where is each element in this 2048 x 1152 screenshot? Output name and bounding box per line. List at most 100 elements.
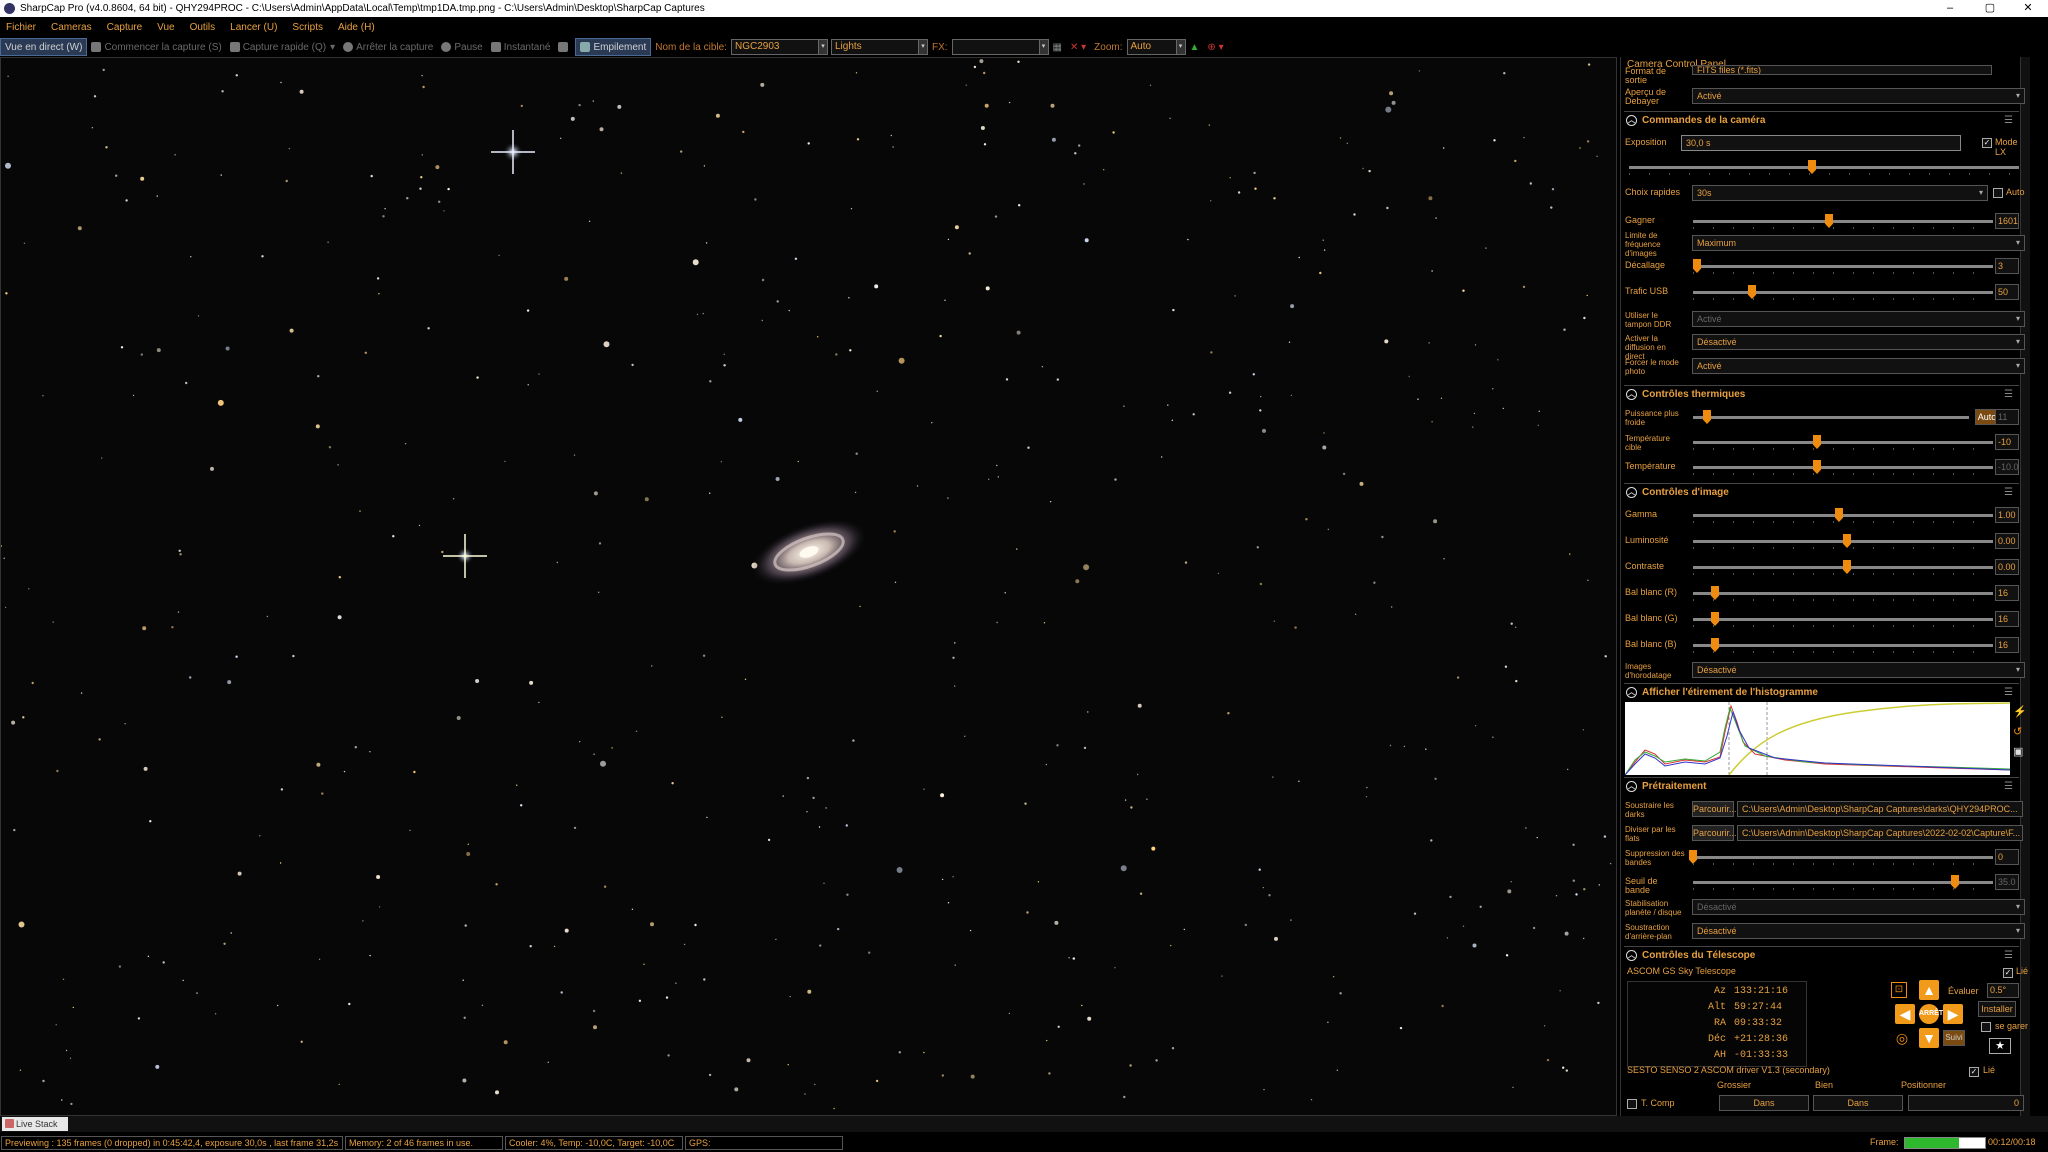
focus-position-input[interactable]: 0 [1908, 1095, 2024, 1111]
collapse-icon[interactable]: ︿ [1626, 487, 1637, 498]
stop-capture-button[interactable]: Arrêter la capture [339, 38, 437, 56]
menu-tools[interactable]: Outils [190, 22, 216, 33]
banding-slider-track[interactable] [1693, 856, 1993, 859]
grid-icon[interactable]: ▦ [1049, 38, 1066, 56]
section-menu-icon[interactable]: ☰ [2004, 778, 2013, 795]
stream-select[interactable]: Désactivé ▾ [1692, 334, 2025, 350]
collapse-icon[interactable]: ︿ [1626, 687, 1637, 698]
maximize-button[interactable]: ▢ [1970, 0, 2010, 17]
framerate-select[interactable]: Maximum ▾ [1692, 235, 2025, 251]
focuser-linked-checkbox[interactable]: ✓ [1969, 1067, 1979, 1077]
stabilization-select[interactable]: Désactivé ▾ [1692, 899, 2025, 915]
quick-capture-button[interactable]: Capture rapide (Q) ▾ [226, 38, 339, 56]
wb-blue-slider-thumb[interactable] [1711, 638, 1719, 652]
histogram-chart[interactable] [1624, 702, 2011, 776]
brightness-slider-thumb[interactable] [1843, 534, 1851, 548]
target-temp-slider-track[interactable] [1693, 441, 1993, 444]
collapse-icon[interactable]: ︿ [1626, 781, 1637, 792]
park-checkbox[interactable] [1981, 1022, 1991, 1032]
section-menu-icon[interactable]: ☰ [2004, 684, 2013, 701]
wb-blue-slider-track[interactable] [1693, 644, 1993, 647]
west-arrow-button[interactable]: ◀ [1895, 1004, 1915, 1024]
debayer-select[interactable]: Activé ▾ [1692, 88, 2025, 104]
reset-icon[interactable]: ↺ [2013, 725, 2025, 739]
zoom-dropdown-icon[interactable]: ▾ [1175, 39, 1186, 55]
star-icon[interactable]: ★ [1989, 1038, 2011, 1054]
mount-linked-checkbox[interactable]: ✓ [2003, 968, 2013, 978]
band-threshold-value[interactable]: 35.0 [1995, 874, 2019, 890]
lx-mode-checkbox[interactable]: ✓ [1982, 138, 1992, 148]
section-camera-controls[interactable]: ︿ Commandes de la caméra ☰ [1624, 111, 2019, 128]
offset-value[interactable]: 3 [1995, 258, 2019, 274]
menu-scripts[interactable]: Scripts [292, 22, 323, 33]
auto-exposure-checkbox[interactable] [1993, 188, 2003, 198]
flats-path-select[interactable]: C:\Users\Admin\Desktop\SharpCap Captures… [1737, 825, 2023, 841]
darks-path-select[interactable]: C:\Users\Admin\Desktop\SharpCap Captures… [1737, 801, 2023, 817]
brightness-value[interactable]: 0.00 [1995, 533, 2019, 549]
cooler-value[interactable]: 11 [1995, 409, 2019, 425]
image-viewer[interactable] [0, 57, 1617, 1116]
auto-stretch-icon[interactable]: ⚡ [2013, 705, 2027, 719]
tracking-button[interactable]: Suivi [1943, 1030, 1965, 1046]
offset-slider-track[interactable] [1693, 265, 1993, 268]
south-arrow-button[interactable]: ▼ [1919, 1028, 1939, 1048]
target-temp-slider-thumb[interactable] [1813, 435, 1821, 449]
zoom-icon[interactable]: ⊕ ▾ [1203, 38, 1227, 56]
rate-select[interactable]: 0.5° [1987, 983, 2019, 998]
stacking-button[interactable]: Empilement [575, 38, 652, 56]
goto-icon[interactable]: ⊡ [1891, 982, 1907, 998]
frame-type-dropdown-icon[interactable]: ▾ [917, 39, 928, 55]
histogram-icon[interactable]: ▲ [1186, 38, 1204, 56]
stop-mount-button[interactable]: ARRÊT [1919, 1004, 1943, 1024]
frame-type-select[interactable]: Lights [830, 39, 919, 55]
close-button[interactable]: ✕ [2008, 0, 2048, 17]
east-arrow-button[interactable]: ▶ [1943, 1004, 1963, 1024]
pause-button[interactable]: Pause [437, 38, 486, 56]
cooler-slider-track[interactable] [1693, 416, 1969, 419]
save-icon[interactable]: ▣ [2013, 745, 2025, 759]
usb-value[interactable]: 50 [1995, 284, 2019, 300]
live-view-button[interactable]: Vue en direct (W) [0, 38, 88, 56]
section-menu-icon[interactable]: ☰ [2004, 386, 2013, 403]
gain-value[interactable]: 1601 [1995, 213, 2019, 229]
zoom-select[interactable]: Auto [1126, 39, 1177, 55]
banding-slider-thumb[interactable] [1689, 850, 1697, 864]
band-threshold-slider-track[interactable] [1693, 881, 1993, 884]
collapse-icon[interactable]: ︿ [1626, 950, 1637, 961]
flats-browse-button[interactable]: Parcourir... [1692, 825, 1737, 841]
start-capture-button[interactable]: Commencer la capture (S) [87, 38, 225, 56]
offset-slider-thumb[interactable] [1693, 259, 1701, 273]
wb-green-slider-track[interactable] [1693, 618, 1993, 621]
reticle-icon[interactable]: ✕ ▾ [1066, 38, 1090, 56]
wb-blue-value[interactable]: 16 [1995, 637, 2019, 653]
overlay-button[interactable] [554, 38, 575, 56]
gain-slider-thumb[interactable] [1825, 214, 1833, 228]
timestamp-select[interactable]: Désactivé ▾ [1692, 662, 2025, 678]
wb-red-value[interactable]: 16 [1995, 585, 2019, 601]
section-preprocessing[interactable]: ︿ Prétraitement ☰ [1624, 777, 2019, 794]
background-select[interactable]: Désactivé ▾ [1692, 923, 2025, 939]
section-telescope[interactable]: ︿ Contrôles du Télescope ☰ [1624, 946, 2019, 963]
exposure-slider-track[interactable] [1629, 166, 2019, 169]
contrast-value[interactable]: 0.00 [1995, 559, 2019, 575]
target-name-input[interactable]: NGC2903 [730, 39, 819, 55]
band-threshold-slider-thumb[interactable] [1951, 875, 1959, 889]
fx-select[interactable] [951, 39, 1040, 55]
gamma-slider-track[interactable] [1693, 514, 1993, 517]
gain-slider-track[interactable] [1693, 220, 1993, 223]
menu-launch[interactable]: Lancer (U) [230, 22, 277, 33]
menu-cameras[interactable]: Cameras [51, 22, 92, 33]
usb-slider-thumb[interactable] [1748, 285, 1756, 299]
darks-browse-button[interactable]: Parcourir... [1692, 801, 1737, 817]
panel-scrollbar[interactable] [2020, 57, 2030, 1116]
menu-help[interactable]: Aide (H) [338, 22, 375, 33]
menu-view[interactable]: Vue [157, 22, 174, 33]
center-target-icon[interactable]: ◎ [1893, 1029, 1911, 1047]
section-menu-icon[interactable]: ☰ [2004, 947, 2013, 964]
target-dropdown-icon[interactable]: ▾ [817, 39, 828, 55]
tab-live-stack[interactable]: Live Stack [2, 1117, 68, 1131]
wb-green-value[interactable]: 16 [1995, 611, 2019, 627]
wb-green-slider-thumb[interactable] [1711, 612, 1719, 626]
minimize-button[interactable]: – [1930, 0, 1970, 17]
collapse-icon[interactable]: ︿ [1626, 115, 1637, 126]
